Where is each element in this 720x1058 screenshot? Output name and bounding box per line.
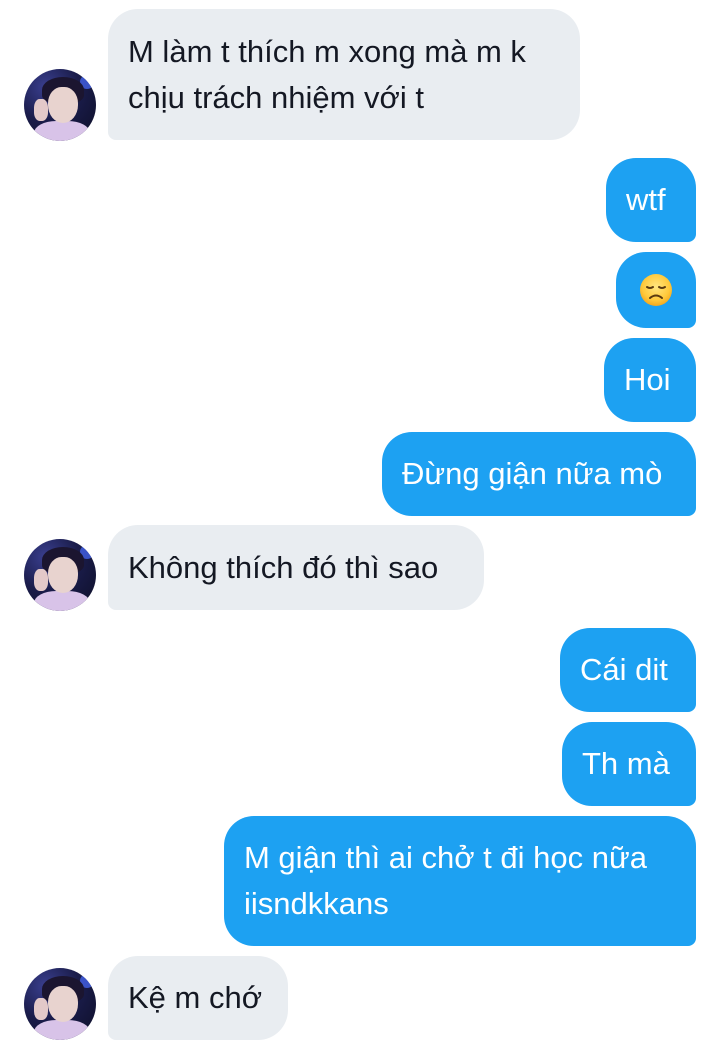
sent-message-bubble[interactable] [616, 252, 696, 328]
received-message-bubble[interactable]: Không thích đó thì sao [108, 525, 484, 610]
message-text: M giận thì ai chở t đi học nữa iisndkkan… [244, 840, 647, 921]
contact-avatar[interactable] [24, 968, 96, 1040]
message-text: wtf [626, 182, 666, 217]
sent-message-bubble[interactable]: Th mà [562, 722, 696, 806]
message-text: Đừng giận nữa mò [402, 456, 663, 491]
message-text: M làm t thích m xong mà m k chịu trách n… [128, 33, 526, 115]
disappointed-face-icon [640, 274, 672, 306]
received-message-bubble[interactable]: Kệ m chớ [108, 956, 288, 1040]
contact-avatar[interactable] [24, 69, 96, 141]
sent-message-bubble[interactable]: wtf [606, 158, 696, 242]
message-text: Không thích đó thì sao [128, 549, 439, 585]
sent-message-bubble[interactable]: Đừng giận nữa mò [382, 432, 696, 516]
contact-avatar[interactable] [24, 539, 96, 611]
message-text: Th mà [582, 746, 670, 781]
message-text: Hoi [624, 362, 671, 397]
received-message-bubble[interactable]: M làm t thích m xong mà m k chịu trách n… [108, 9, 580, 140]
sent-message-bubble[interactable]: Cái dit [560, 628, 696, 712]
sent-message-bubble[interactable]: Hoi [604, 338, 696, 422]
sent-message-bubble[interactable]: M giận thì ai chở t đi học nữa iisndkkan… [224, 816, 696, 946]
message-text: Kệ m chớ [128, 980, 263, 1015]
message-text: Cái dit [580, 652, 668, 687]
